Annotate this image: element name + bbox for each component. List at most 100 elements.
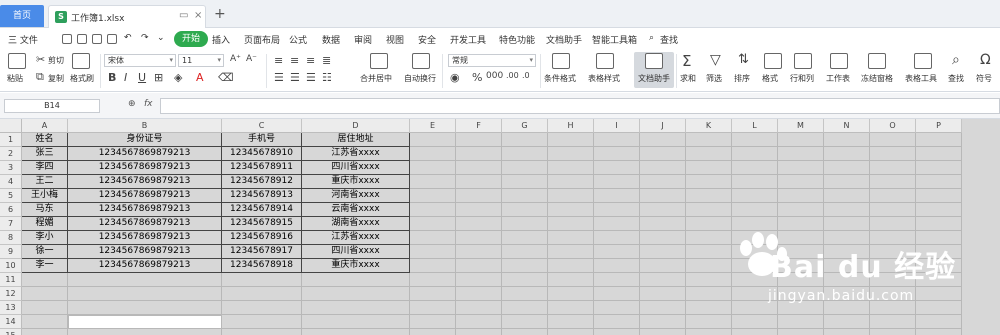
wrap-text-icon[interactable]	[412, 53, 430, 69]
cell[interactable]	[594, 273, 640, 287]
row-header[interactable]: 14	[0, 315, 22, 329]
copy-button[interactable]: 复制	[48, 73, 64, 84]
cell[interactable]	[410, 203, 456, 217]
distributed-icon[interactable]: ☷	[322, 71, 332, 84]
cell[interactable]	[456, 273, 502, 287]
cell[interactable]	[302, 287, 410, 301]
cell[interactable]	[686, 273, 732, 287]
cell[interactable]	[68, 301, 222, 315]
row-header[interactable]: 2	[0, 147, 22, 161]
table-cell[interactable]: 重庆市xxxx	[302, 175, 410, 189]
table-cell[interactable]: 云南省xxxx	[302, 203, 410, 217]
cell[interactable]	[640, 259, 686, 273]
table-cell[interactable]: 1234567869879213	[68, 231, 222, 245]
currency-icon[interactable]: ◉	[450, 71, 460, 84]
menu-doc-helper[interactable]: 文档助手	[546, 33, 582, 46]
find-icon[interactable]: ⌕	[952, 52, 960, 68]
cell[interactable]	[778, 161, 824, 175]
cell[interactable]	[594, 329, 640, 335]
cell[interactable]	[502, 189, 548, 203]
table-tools-button[interactable]: 表格工具	[905, 73, 937, 84]
menu-security[interactable]: 安全	[418, 33, 436, 46]
cell[interactable]	[824, 175, 870, 189]
tab-home[interactable]: 首页	[0, 5, 44, 27]
cell[interactable]	[502, 273, 548, 287]
font-name-select[interactable]: 宋体 ▾	[104, 54, 176, 67]
cell[interactable]	[778, 203, 824, 217]
format-painter-button[interactable]: 格式刷	[70, 73, 94, 84]
cell[interactable]	[640, 203, 686, 217]
cut-button[interactable]: 剪切	[48, 55, 64, 66]
column-header[interactable]: M	[778, 119, 824, 133]
cell[interactable]	[456, 315, 502, 329]
border-icon[interactable]: ⊞	[154, 71, 163, 84]
align-middle-icon[interactable]: ≡	[290, 54, 299, 67]
row-header[interactable]: 13	[0, 301, 22, 315]
cell[interactable]	[456, 245, 502, 259]
row-header[interactable]: 7	[0, 217, 22, 231]
cell[interactable]	[594, 175, 640, 189]
cell[interactable]	[456, 301, 502, 315]
cell[interactable]	[548, 189, 594, 203]
menu-file[interactable]: 三 文件	[8, 33, 38, 46]
cell[interactable]	[410, 287, 456, 301]
sort-icon[interactable]: ⇅	[738, 52, 749, 67]
cell[interactable]	[502, 231, 548, 245]
cell[interactable]	[686, 189, 732, 203]
cell[interactable]	[222, 273, 302, 287]
cell[interactable]	[916, 133, 962, 147]
increase-decimal-icon[interactable]: .00	[506, 71, 519, 80]
cell[interactable]	[594, 301, 640, 315]
column-header[interactable]: A	[22, 119, 68, 133]
cell[interactable]	[68, 329, 222, 335]
cell[interactable]	[732, 147, 778, 161]
column-header[interactable]: F	[456, 119, 502, 133]
cell[interactable]	[502, 245, 548, 259]
worksheet-icon[interactable]	[830, 53, 848, 69]
cell[interactable]	[778, 147, 824, 161]
cell[interactable]	[456, 189, 502, 203]
cell[interactable]	[548, 133, 594, 147]
select-all-corner[interactable]	[0, 119, 22, 133]
cell[interactable]	[502, 217, 548, 231]
row-header[interactable]: 9	[0, 245, 22, 259]
column-header[interactable]: G	[502, 119, 548, 133]
cell[interactable]	[594, 133, 640, 147]
cell[interactable]	[916, 203, 962, 217]
menu-find[interactable]: 查找	[660, 33, 678, 46]
cell[interactable]	[778, 133, 824, 147]
cell[interactable]	[456, 259, 502, 273]
menu-developer[interactable]: 开发工具	[450, 33, 486, 46]
table-cell[interactable]: 12345678917	[222, 245, 302, 259]
table-cell[interactable]: 1234567869879213	[68, 203, 222, 217]
cell[interactable]	[22, 287, 68, 301]
table-cell[interactable]: 江苏省xxxx	[302, 147, 410, 161]
cell[interactable]	[302, 315, 410, 329]
header-cell[interactable]: 姓名	[22, 133, 68, 147]
paste-icon[interactable]	[8, 53, 26, 69]
cell[interactable]	[456, 175, 502, 189]
column-header[interactable]: D	[302, 119, 410, 133]
cell[interactable]	[456, 133, 502, 147]
cell[interactable]	[548, 161, 594, 175]
cell[interactable]	[222, 329, 302, 335]
merge-center-button[interactable]: 合并居中	[360, 73, 392, 84]
cell[interactable]	[548, 273, 594, 287]
format-icon[interactable]	[764, 53, 782, 69]
cell[interactable]	[456, 161, 502, 175]
row-header[interactable]: 4	[0, 175, 22, 189]
cell[interactable]	[222, 315, 302, 329]
cell[interactable]	[456, 147, 502, 161]
cell[interactable]	[824, 203, 870, 217]
bold-icon[interactable]: B	[108, 71, 116, 84]
cell[interactable]	[870, 175, 916, 189]
align-justify-icon[interactable]: ≣	[322, 54, 331, 67]
cell[interactable]	[456, 231, 502, 245]
column-header[interactable]: C	[222, 119, 302, 133]
table-cell[interactable]: 四川省xxxx	[302, 245, 410, 259]
cell[interactable]	[410, 301, 456, 315]
freeze-panes-button[interactable]: 冻结窗格	[861, 73, 893, 84]
cell[interactable]	[778, 175, 824, 189]
cell[interactable]	[502, 259, 548, 273]
column-header[interactable]: H	[548, 119, 594, 133]
